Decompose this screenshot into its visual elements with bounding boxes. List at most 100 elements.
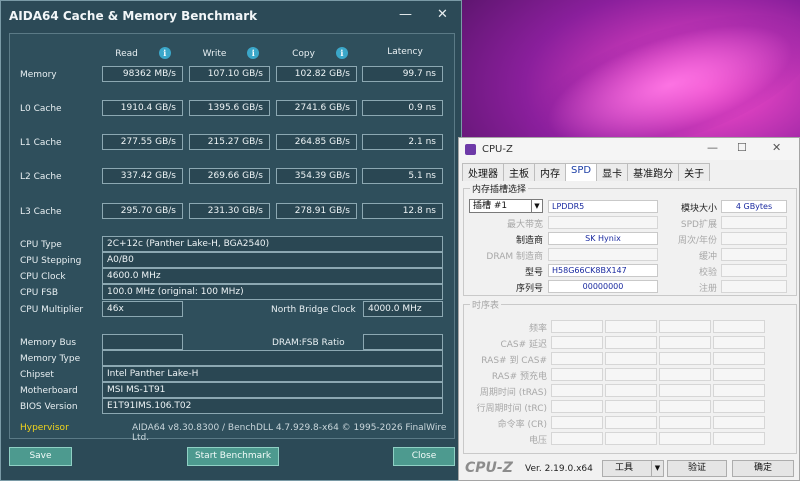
corrected-label: 校验 <box>698 268 717 278</box>
dram-fsb-label: DRAM:FSB Ratio <box>272 338 345 348</box>
max-bandwidth-label: 最大带宽 <box>506 220 543 230</box>
timing-cell <box>659 368 711 381</box>
chipset-label: Chipset <box>20 370 54 380</box>
timing-label: 命令率 (CR) <box>497 420 547 430</box>
close-icon[interactable]: ✕ <box>772 141 781 154</box>
cpuz-titlebar: CPU-Z <box>459 138 799 160</box>
maximize-icon[interactable]: ☐ <box>737 141 747 154</box>
timing-cell <box>605 336 657 349</box>
timing-cell <box>713 416 765 429</box>
tab-spd[interactable]: SPD <box>565 163 598 181</box>
l1-write: 215.27 GB/s <box>189 134 270 150</box>
timing-cell <box>605 416 657 429</box>
memory-type-label: Memory Type <box>20 354 81 364</box>
validate-button[interactable]: 验证 <box>667 460 727 477</box>
cpu-fsb-value: 100.0 MHz (original: 100 MHz) <box>102 284 443 300</box>
l3-copy: 278.91 GB/s <box>276 203 357 219</box>
nb-clock-label: North Bridge Clock <box>271 305 356 315</box>
l0-copy: 2741.6 GB/s <box>276 100 357 116</box>
slot-select[interactable]: 插槽 #1 ▼ <box>469 199 543 213</box>
nb-clock-value: 4000.0 MHz <box>363 301 443 317</box>
timing-cell <box>551 336 603 349</box>
start-benchmark-button[interactable]: Start Benchmark <box>187 447 279 466</box>
tab-about[interactable]: 关于 <box>678 163 711 181</box>
timing-label: RAS# 到 CAS# <box>481 356 547 366</box>
timing-cell <box>713 400 765 413</box>
slot-select-value: 插槽 #1 <box>473 201 508 211</box>
timing-cell <box>659 336 711 349</box>
chipset-value: Intel Panther Lake-H <box>102 366 443 382</box>
window-title: AIDA64 Cache & Memory Benchmark <box>9 9 258 23</box>
minimize-icon[interactable]: — <box>399 7 412 22</box>
cpu-type-value: 2C+12c (Panther Lake-H, BGA2540) <box>102 236 443 252</box>
motherboard-label: Motherboard <box>20 386 78 396</box>
column-read: Read i <box>105 47 181 59</box>
row-label-l2: L2 Cache <box>20 172 62 182</box>
max-bandwidth-value <box>548 216 658 229</box>
timing-cell <box>605 384 657 397</box>
l2-copy: 354.39 GB/s <box>276 168 357 184</box>
row-label-l1: L1 Cache <box>20 138 62 148</box>
cpu-clock-value: 4600.0 MHz <box>102 268 443 284</box>
l0-read: 1910.4 GB/s <box>102 100 183 116</box>
tools-button[interactable]: 工具 ▼ <box>602 460 664 477</box>
info-icon[interactable]: i <box>335 47 348 59</box>
module-size-value: 4 GBytes <box>721 200 787 213</box>
timing-cell <box>551 384 603 397</box>
timing-label: CAS# 延迟 <box>500 340 547 350</box>
l0-write: 1395.6 GB/s <box>189 100 270 116</box>
timing-cell <box>551 320 603 333</box>
timing-cell <box>659 384 711 397</box>
timing-cell <box>713 432 765 445</box>
copyright-text: AIDA64 v8.30.8300 / BenchDLL 4.7.929.8-x… <box>132 423 447 443</box>
part-number-label: 型号 <box>524 268 543 278</box>
timing-cell <box>659 352 711 365</box>
timing-cell <box>551 432 603 445</box>
l1-copy: 264.85 GB/s <box>276 134 357 150</box>
cpu-clock-label: CPU Clock <box>20 272 66 282</box>
dram-manufacturer-label: DRAM 制造商 <box>486 252 543 262</box>
timing-cell <box>713 320 765 333</box>
l2-read: 337.42 GB/s <box>102 168 183 184</box>
memory-write: 107.10 GB/s <box>189 66 270 82</box>
info-icon[interactable]: i <box>158 47 171 59</box>
timing-cell <box>659 416 711 429</box>
spd-ext-label: SPD扩展 <box>680 220 717 230</box>
timing-cell <box>659 320 711 333</box>
ok-button[interactable]: 确定 <box>732 460 794 477</box>
column-latency: Latency <box>367 47 443 57</box>
column-write: Write i <box>188 47 274 59</box>
memory-latency: 99.7 ns <box>362 66 443 82</box>
timing-cell <box>551 416 603 429</box>
cpu-stepping-value: A0/B0 <box>102 252 443 268</box>
chevron-down-icon[interactable]: ▼ <box>531 200 542 212</box>
timing-label: RAS# 预充电 <box>491 372 547 382</box>
buffered-value <box>721 248 787 261</box>
dram-fsb-value <box>363 334 443 350</box>
memory-bus-value <box>102 334 183 350</box>
chevron-down-icon[interactable]: ▼ <box>651 461 663 476</box>
tab-memory[interactable]: 内存 <box>534 163 566 181</box>
timing-cell <box>551 352 603 365</box>
timing-cell <box>713 352 765 365</box>
timing-cell <box>605 432 657 445</box>
timing-cell <box>551 368 603 381</box>
close-button[interactable]: Close <box>393 447 455 466</box>
info-icon[interactable]: i <box>247 47 260 59</box>
minimize-icon[interactable]: — <box>707 141 718 154</box>
tab-bench[interactable]: 基准跑分 <box>627 163 680 181</box>
part-number-value: H58G66CK8BX147 <box>548 264 658 277</box>
save-button[interactable]: Save <box>9 447 72 466</box>
timing-cell <box>713 368 765 381</box>
l3-latency: 12.8 ns <box>362 203 443 219</box>
manufacturer-value: SK Hynix <box>548 232 658 245</box>
memory-copy: 102.82 GB/s <box>276 66 357 82</box>
registered-value <box>721 280 787 293</box>
tab-cpu[interactable]: 处理器 <box>462 163 504 181</box>
manufacturer-label: 制造商 <box>515 236 543 246</box>
close-icon[interactable]: ✕ <box>437 7 448 22</box>
tab-graphics[interactable]: 显卡 <box>596 163 629 181</box>
tab-mainboard[interactable]: 主板 <box>503 163 535 181</box>
row-label-memory: Memory <box>20 70 57 80</box>
cpuz-logo: CPU-Z <box>465 460 513 476</box>
